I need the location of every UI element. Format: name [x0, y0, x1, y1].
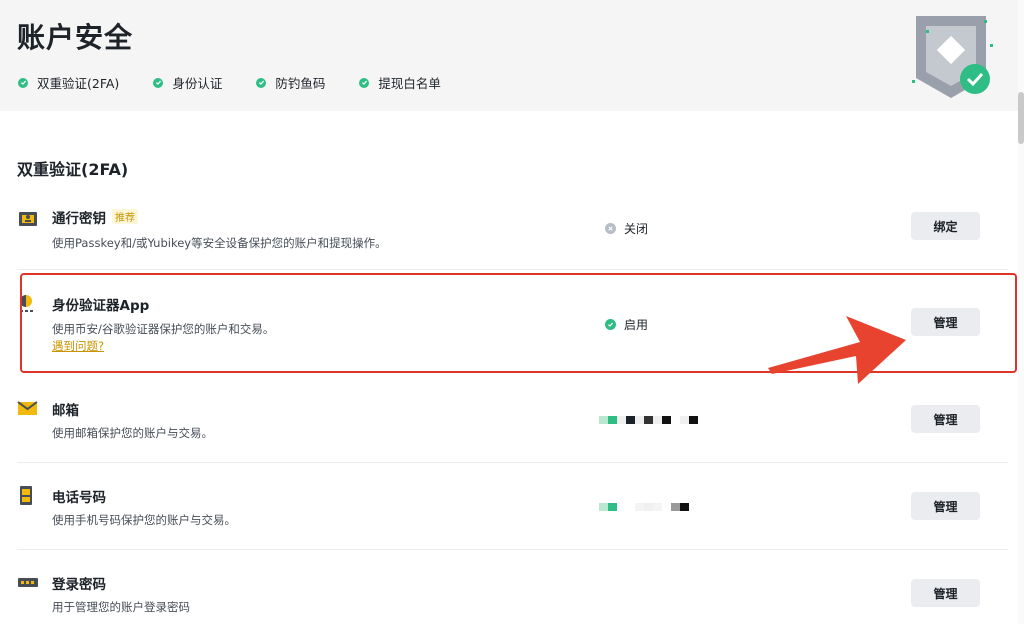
page-title: 账户安全 [17, 21, 134, 54]
status-item-whitelist: 提现白名单 [359, 73, 441, 92]
masked-email-value [599, 415, 698, 425]
divider [17, 269, 1008, 270]
manage-email-button[interactable]: 管理 [911, 405, 980, 433]
status-label: 双重验证(2FA) [37, 76, 120, 91]
row-password: 登录密码 用于管理您的账户登录密码 [17, 572, 1008, 620]
status-label: 防钓鱼码 [275, 76, 326, 91]
check-circle-icon [256, 77, 267, 88]
scrollbar-thumb[interactable] [1018, 92, 1024, 144]
row-title-phone: 电话号码 [52, 490, 106, 506]
divider [17, 462, 1008, 463]
row-email: 邮箱 使用邮箱保护您的账户与交易。 [17, 398, 1008, 446]
status-label: 提现白名单 [378, 76, 441, 91]
scrollbar[interactable] [1018, 0, 1024, 624]
row-desc-phone: 使用手机号码保护您的账户与交易。 [52, 513, 236, 527]
disabled-status-icon [605, 223, 616, 234]
row-title-password: 登录密码 [52, 577, 106, 593]
divider [17, 549, 1008, 550]
security-shield-icon [912, 14, 993, 98]
row-title-email: 邮箱 [52, 403, 79, 419]
row-title: 通行密钥 [52, 211, 106, 227]
phone-icon [20, 486, 32, 505]
row-phone: 电话号码 使用手机号码保护您的账户与交易。 [17, 485, 1008, 533]
manage-password-button[interactable]: 管理 [911, 579, 980, 607]
masked-phone-value [599, 502, 689, 512]
bind-passkey-button[interactable]: 绑定 [911, 212, 980, 240]
row-desc-password: 用于管理您的账户登录密码 [52, 600, 190, 614]
security-header: 账户安全 双重验证(2FA) 身份认证 防钓鱼码 提现白名单 [0, 0, 1018, 111]
password-icon [18, 578, 38, 587]
section-title-2fa: 双重验证(2FA) [17, 160, 129, 179]
status-text: 关闭 [624, 222, 649, 236]
check-circle-icon [359, 77, 370, 88]
status-label: 身份认证 [172, 76, 223, 91]
mail-icon [17, 401, 38, 415]
recommend-badge: 推荐 [112, 209, 138, 224]
passkey-icon [19, 212, 37, 226]
security-status-list: 双重验证(2FA) 身份认证 防钓鱼码 提现白名单 [18, 73, 475, 92]
status-item-antiphishing: 防钓鱼码 [256, 73, 325, 92]
row-desc-email: 使用邮箱保护您的账户与交易。 [52, 426, 213, 440]
row-name-passkey: 通行密钥 推荐 [52, 207, 138, 227]
row-status-passkey: 关闭 [605, 220, 648, 237]
status-item-2fa: 双重验证(2FA) [18, 73, 119, 92]
row-desc-passkey: 使用Passkey和/或Yubikey等安全设备保护您的账户和提现操作。 [52, 236, 387, 250]
red-arrow-annotation [768, 316, 906, 384]
manage-phone-button[interactable]: 管理 [911, 492, 980, 520]
row-passkey: 通行密钥 推荐 使用Passkey和/或Yubikey等安全设备保护您的账户和提现… [17, 205, 1008, 255]
check-circle-icon [153, 77, 164, 88]
status-item-identity: 身份认证 [153, 73, 222, 92]
check-circle-icon [18, 77, 28, 88]
